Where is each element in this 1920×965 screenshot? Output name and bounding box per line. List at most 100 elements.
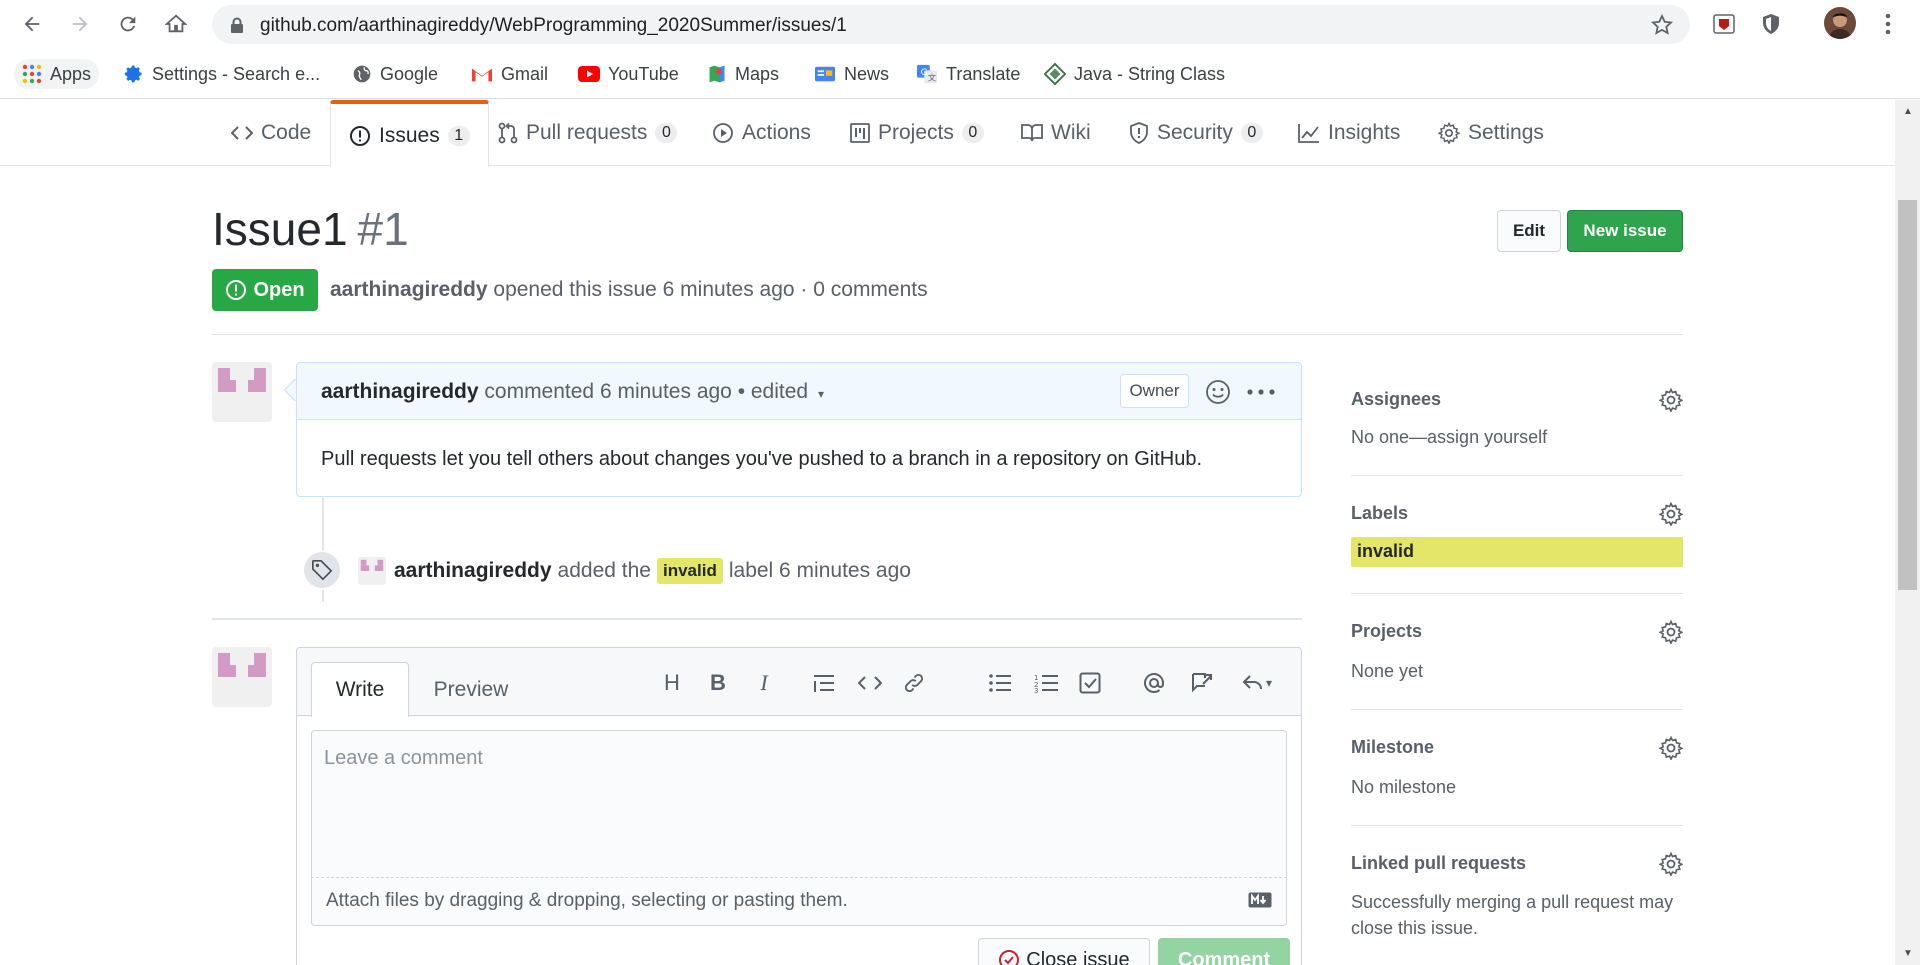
task-list-button[interactable] [1075, 668, 1105, 698]
numbered-list-button[interactable]: 123 [1031, 668, 1061, 698]
bookmark-apps[interactable]: Apps [14, 59, 100, 89]
news-icon [815, 66, 835, 82]
identicon-icon [360, 559, 384, 571]
gear-icon[interactable] [1659, 388, 1683, 412]
gear-icon[interactable] [1659, 852, 1683, 876]
back-arrow-icon [24, 16, 40, 32]
assignees-value[interactable]: No one—assign yourself [1351, 427, 1547, 448]
scroll-up-icon[interactable]: ▲ [1903, 106, 1913, 117]
tab-label: Code [261, 121, 312, 144]
globe-icon [353, 65, 371, 83]
milestone-title: Milestone [1351, 737, 1435, 757]
more-menu-icon[interactable] [1874, 10, 1902, 38]
bookmark-star-icon[interactable] [1650, 13, 1674, 37]
scroll-down-icon[interactable]: ▼ [1903, 948, 1913, 959]
comment-submit-button[interactable]: Comment [1158, 938, 1290, 965]
linked-prs-value-line2: close this issue. [1351, 918, 1479, 938]
bookmark-label: Settings - Search e... [152, 63, 321, 84]
identicon-icon [218, 368, 266, 392]
address-bar[interactable]: github.com/aarthinagireddy/WebProgrammin… [212, 5, 1690, 44]
bulleted-list-button[interactable] [985, 668, 1015, 698]
issue-sidebar: Assignees No one—assign yourself Labels … [1351, 362, 1683, 962]
tab-preview[interactable]: Preview [421, 662, 521, 717]
saved-replies-button[interactable]: ▾ [1235, 668, 1279, 698]
edit-button[interactable]: Edit [1497, 210, 1561, 252]
page-scrollbar[interactable]: ▲ ▼ [1895, 100, 1920, 965]
projects-value: None yet [1351, 661, 1424, 681]
sidebar-milestone: Milestone No milestone [1351, 710, 1683, 826]
gear-icon[interactable] [1659, 736, 1683, 760]
code-button[interactable] [855, 668, 885, 698]
bookmark-gmail[interactable]: Gmail [463, 59, 556, 89]
tab-projects[interactable]: Projects 0 [832, 100, 1002, 166]
tab-actions[interactable]: Actions [694, 100, 829, 166]
tab-wiki[interactable]: Wiki [1003, 100, 1109, 166]
tab-write[interactable]: Write [311, 662, 409, 717]
bookmark-google[interactable]: Google [344, 59, 446, 89]
close-issue-button[interactable]: Close issue [978, 938, 1150, 965]
bookmark-news[interactable]: News [806, 59, 897, 89]
home-button[interactable] [160, 8, 192, 40]
forward-button[interactable] [64, 8, 96, 40]
reload-button[interactable] [112, 8, 144, 40]
bold-button[interactable]: B [703, 668, 733, 698]
bookmark-settings[interactable]: Settings - Search e... [116, 59, 328, 89]
sidebar-linked-prs: Linked pull requests Successfully mergin… [1351, 826, 1683, 962]
tab-pull-requests[interactable]: Pull requests 0 [480, 100, 695, 166]
tab-security[interactable]: Security 0 [1111, 100, 1281, 166]
cross-reference-button[interactable] [1187, 668, 1217, 698]
tab-settings[interactable]: Settings [1420, 100, 1562, 166]
close-issue-label: Close issue [1026, 948, 1130, 965]
tab-issues[interactable]: Issues 1 [330, 100, 489, 167]
back-button[interactable] [16, 8, 48, 40]
comment-textarea[interactable]: Leave a comment [311, 730, 1287, 878]
timeline-divider [212, 618, 1302, 620]
gmail-icon [471, 68, 493, 82]
extension-shield-icon[interactable] [1757, 10, 1785, 38]
markdown-icon[interactable] [1248, 892, 1272, 908]
tab-insights[interactable]: Insights [1280, 100, 1418, 166]
tab-code[interactable]: Code [213, 100, 329, 166]
edited-caret-icon[interactable]: ▾ [818, 387, 824, 401]
heading-button[interactable]: H [657, 668, 687, 698]
sidebar-assignees: Assignees No one—assign yourself [1351, 362, 1683, 476]
comment-options-button[interactable] [1247, 389, 1275, 395]
label-invalid[interactable]: invalid [656, 558, 723, 584]
repo-nav: Code Issues 1 Pull requests 0 Actions Pr… [0, 100, 1895, 167]
comment-meta[interactable]: commented 6 minutes ago • edited [484, 380, 808, 403]
mention-icon [1144, 672, 1164, 693]
gear-icon[interactable] [1659, 620, 1683, 644]
comment-author-link[interactable]: aarthinagireddy [321, 380, 479, 403]
issue-number: #1 [357, 203, 409, 255]
scrollbar-thumb[interactable] [1898, 200, 1917, 590]
bookmark-maps[interactable]: Maps [699, 59, 787, 89]
attach-files-area[interactable]: Attach files by dragging & dropping, sel… [311, 878, 1287, 926]
gear-icon[interactable] [1659, 502, 1683, 526]
bookmark-youtube[interactable]: YouTube [570, 59, 687, 89]
bookmark-translate[interactable]: G文 Translate [908, 59, 1028, 89]
status-label: Open [253, 278, 305, 301]
italic-button[interactable]: I [749, 668, 779, 698]
reaction-button[interactable] [1205, 379, 1231, 405]
issue-meta: aarthinagireddy opened this issue 6 minu… [330, 278, 928, 302]
quote-button[interactable] [809, 668, 839, 698]
avatar[interactable] [358, 557, 386, 585]
forward-arrow-icon [72, 16, 88, 32]
link-icon [904, 673, 924, 693]
avatar[interactable] [212, 647, 272, 707]
avatar[interactable] [212, 362, 272, 422]
mention-button[interactable] [1139, 668, 1169, 698]
heading-icon: H [664, 670, 680, 695]
link-button[interactable] [899, 668, 929, 698]
extension-mcafee-icon[interactable] [1710, 10, 1738, 38]
cross-reference-icon [1192, 673, 1212, 693]
event-time: label 6 minutes ago [728, 559, 911, 582]
issue-author-link[interactable]: aarthinagireddy [330, 278, 488, 301]
label-invalid[interactable]: invalid [1351, 537, 1683, 567]
linked-prs-value-line1: Successfully merging a pull request may [1351, 892, 1674, 912]
profile-avatar[interactable] [1824, 7, 1856, 39]
bookmark-java-string[interactable]: Java - String Class [1036, 59, 1233, 89]
comment-box: aarthinagireddy commented 6 minutes ago … [296, 362, 1302, 497]
event-actor-link[interactable]: aarthinagireddy [394, 559, 552, 583]
new-issue-button[interactable]: New issue [1567, 210, 1683, 252]
